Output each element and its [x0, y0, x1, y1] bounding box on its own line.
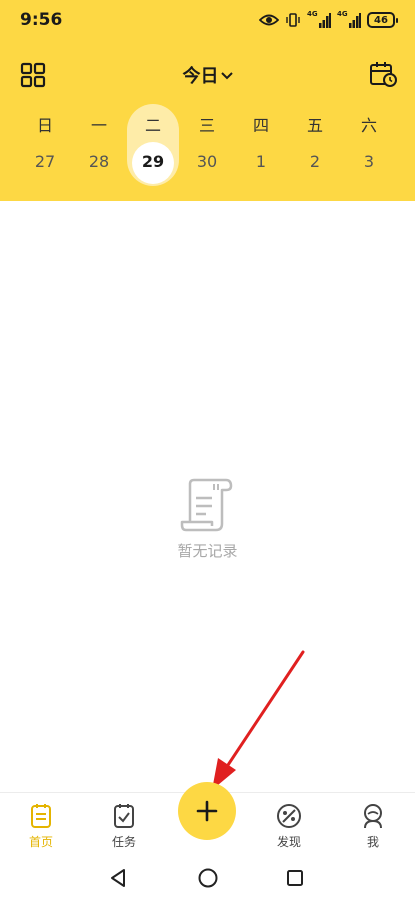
page-title: 今日	[182, 66, 219, 87]
signal-icon-1: 4G	[307, 10, 331, 29]
signal-icon-2: 4G	[337, 10, 361, 29]
tab-home[interactable]: 首页	[6, 803, 76, 850]
profile-icon	[364, 804, 382, 829]
add-record-button[interactable]	[178, 782, 236, 840]
tab-discover[interactable]: 发现	[254, 803, 324, 850]
date-cell[interactable]: 30	[180, 152, 234, 171]
vibrate-icon	[286, 13, 300, 27]
header-bar: 9:56 4G 4G 46 今日 日 27 一 28 二 29 三 30 四 1…	[0, 0, 415, 201]
weekday-label: 三	[198, 116, 215, 135]
signal-label-2: 4G	[337, 10, 348, 18]
date-cell[interactable]: 1	[234, 152, 288, 171]
weekday-label: 一	[90, 116, 107, 135]
battery-icon: 46	[367, 12, 398, 28]
date-cell[interactable]: 3	[342, 152, 396, 171]
empty-state-text: 暂无记录	[177, 542, 238, 560]
eye-icon	[259, 14, 279, 26]
top-app-bar: 今日	[0, 52, 415, 96]
chevron-down-icon	[220, 72, 233, 80]
status-time: 9:56	[20, 10, 63, 30]
tab-tasks-label: 任务	[111, 835, 136, 849]
tab-home-label: 首页	[28, 835, 53, 849]
weekday-label: 五	[306, 116, 323, 135]
back-icon[interactable]	[108, 868, 128, 888]
empty-scroll-icon	[180, 478, 232, 532]
battery-level: 46	[374, 14, 388, 26]
week-strip: 日 27 一 28 二 29 三 30 四 1 五 2 六 3	[0, 100, 415, 190]
tab-me-label: 我	[366, 835, 379, 849]
signal-label-1: 4G	[307, 10, 318, 18]
tab-tasks[interactable]: 任务	[89, 803, 159, 850]
weekday-label: 日	[36, 116, 53, 135]
calendar-clock-icon[interactable]	[369, 60, 397, 88]
tab-discover-label: 发现	[276, 835, 301, 849]
system-nav-bar	[0, 852, 415, 900]
weekday-label: 四	[252, 116, 269, 135]
date-cell[interactable]: 28	[72, 152, 126, 171]
empty-state: 暂无记录	[0, 478, 415, 561]
palette-icon	[277, 804, 301, 828]
weekday-label: 六	[360, 116, 377, 135]
home-icon[interactable]	[197, 867, 219, 889]
plus-icon	[196, 800, 218, 822]
status-bar: 9:56 4G 4G 46	[0, 0, 415, 40]
weekday-label: 二	[144, 116, 161, 135]
date-cell[interactable]: 2	[288, 152, 342, 171]
status-icons: 4G 4G 46	[259, 10, 398, 30]
recent-apps-icon[interactable]	[286, 869, 304, 887]
date-selector[interactable]: 今日	[0, 62, 415, 88]
tab-me[interactable]: 我	[338, 803, 408, 850]
date-cell-selected[interactable]: 29	[126, 152, 180, 171]
task-check-icon	[114, 804, 134, 828]
date-cell[interactable]: 27	[18, 152, 72, 171]
notes-icon	[31, 804, 51, 828]
